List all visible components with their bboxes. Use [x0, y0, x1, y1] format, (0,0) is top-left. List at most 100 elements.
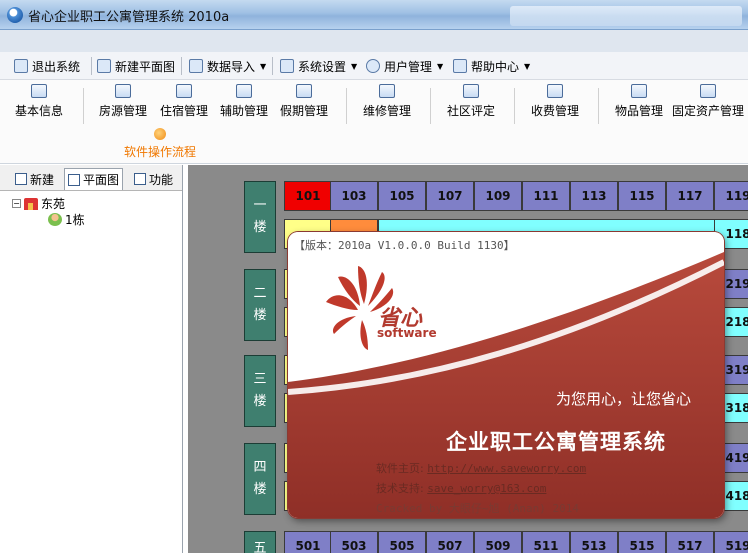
room-507[interactable]: 507	[426, 531, 474, 553]
chevron-down-icon: ▼	[351, 61, 358, 71]
menu-strip-background	[0, 30, 748, 52]
auxiliary-management-button[interactable]: 辅助管理	[220, 84, 268, 124]
basic-info-button[interactable]: 基本信息	[15, 84, 63, 124]
building-icon	[115, 84, 131, 98]
floor-label-char: 三	[253, 372, 267, 387]
repair-management-label: 维修管理	[363, 104, 412, 118]
floor-label-char: 楼	[253, 482, 267, 497]
floor-label-char: 二	[253, 286, 267, 301]
room-501[interactable]: 501	[284, 531, 332, 553]
floor-label-char: 四	[253, 460, 267, 475]
auxiliary-management-label: 辅助管理	[220, 104, 269, 118]
exit-system-button[interactable]: 退出系统	[14, 56, 80, 76]
room-117[interactable]: 117	[666, 181, 714, 211]
money-icon	[547, 84, 563, 98]
toolbar-divider	[272, 57, 273, 75]
room-517[interactable]: 517	[666, 531, 714, 553]
room-503[interactable]: 503	[330, 531, 378, 553]
help-center-menu[interactable]: 帮助中心 ▼	[453, 56, 530, 76]
basic-info-label: 基本信息	[15, 104, 64, 118]
room-101[interactable]: 101	[284, 181, 332, 211]
floor-2-label: 二 楼	[244, 269, 276, 341]
room-107[interactable]: 107	[426, 181, 474, 211]
tab-new[interactable]: 新建	[12, 168, 57, 190]
room-115[interactable]: 115	[618, 181, 666, 211]
holiday-management-label: 假期管理	[280, 104, 329, 118]
left-panel: 新建 平面图 功能 − 东苑 1栋	[0, 165, 183, 553]
tab-floorplan[interactable]: 平面图	[64, 168, 124, 190]
room-515[interactable]: 515	[618, 531, 666, 553]
room-505[interactable]: 505	[378, 531, 426, 553]
toolbar-divider	[181, 57, 182, 75]
user-management-menu[interactable]: 用户管理 ▼	[366, 56, 443, 76]
data-import-menu[interactable]: 数据导入 ▼	[189, 56, 266, 76]
homepage-label: 软件主页:	[376, 462, 424, 475]
tab-function[interactable]: 功能	[131, 168, 176, 190]
floor-label-char: 楼	[253, 220, 267, 235]
lodging-management-button[interactable]: 住宿管理	[160, 84, 208, 124]
tree-node-building-1[interactable]: 1栋	[48, 211, 85, 228]
operation-flow-button[interactable]: 软件操作流程	[124, 128, 196, 160]
holiday-management-button[interactable]: 假期管理	[280, 84, 328, 124]
homepage-line: 软件主页: http://www.saveworry.com	[376, 460, 586, 476]
housing-management-button[interactable]: 房源管理	[99, 84, 147, 124]
title-bar-controls	[510, 6, 742, 26]
room-113[interactable]: 113	[570, 181, 618, 211]
room-105[interactable]: 105	[378, 181, 426, 211]
system-settings-label: 系统设置	[298, 59, 347, 74]
main-toolbar: 退出系统 新建平面图 数据导入 ▼ 系统设置 ▼ 用户管理 ▼ 帮助中心 ▼	[0, 52, 748, 80]
tree-node-label: 1栋	[65, 213, 85, 227]
residents-icon	[48, 213, 62, 226]
room-111[interactable]: 111	[522, 181, 570, 211]
collapse-icon[interactable]: −	[12, 199, 21, 208]
room-511[interactable]: 511	[522, 531, 570, 553]
housing-management-label: 房源管理	[99, 104, 148, 118]
ribbon-divider	[598, 88, 599, 124]
new-floorplan-button[interactable]: 新建平面图	[97, 56, 175, 76]
exit-icon	[14, 59, 28, 73]
operation-flow-label: 软件操作流程	[124, 145, 197, 159]
calendar-icon	[296, 84, 312, 98]
chevron-down-icon: ▼	[437, 61, 444, 71]
floor-1-label: 一 楼	[244, 181, 276, 253]
left-panel-tabs: 新建 平面图 功能	[0, 165, 182, 191]
support-email-link[interactable]: save_worry@163.com	[427, 482, 546, 495]
data-import-label: 数据导入	[207, 59, 256, 74]
room-109[interactable]: 109	[474, 181, 522, 211]
document-icon	[97, 59, 111, 73]
ribbon-divider	[430, 88, 431, 124]
logo-subtext: software	[377, 326, 437, 340]
tree-node-label: 东苑	[41, 197, 66, 211]
ribbon-divider	[83, 88, 84, 124]
item-management-label: 物品管理	[615, 104, 664, 118]
system-name: 企业职工公寓管理系统	[446, 430, 666, 454]
chevron-down-icon: ▼	[524, 61, 531, 71]
room-119[interactable]: 119	[714, 181, 748, 211]
community-rating-button[interactable]: 社区评定	[447, 84, 495, 124]
toolbar-divider	[91, 57, 92, 75]
fixed-assets-button[interactable]: 固定资产管理	[672, 84, 744, 124]
basic-info-icon	[31, 84, 47, 98]
room-513[interactable]: 513	[570, 531, 618, 553]
community-rating-label: 社区评定	[447, 104, 496, 118]
tab-floorplan-label: 平面图	[83, 173, 120, 187]
fee-management-button[interactable]: 收费管理	[531, 84, 579, 124]
rating-icon	[463, 84, 479, 98]
item-management-button[interactable]: 物品管理	[615, 84, 663, 124]
room-103[interactable]: 103	[330, 181, 378, 211]
homepage-link[interactable]: http://www.saveworry.com	[427, 462, 586, 475]
system-settings-menu[interactable]: 系统设置 ▼	[280, 56, 357, 76]
repair-management-button[interactable]: 维修管理	[363, 84, 411, 124]
tree-node-dongyuan[interactable]: − 东苑	[12, 195, 65, 212]
title-bar: 省心企业职工公寓管理系统 2010a	[0, 0, 748, 30]
fee-management-label: 收费管理	[531, 104, 580, 118]
floor-label-char: 五	[253, 541, 267, 553]
room-509[interactable]: 509	[474, 531, 522, 553]
floor-label-char: 一	[253, 198, 267, 213]
splash-screen: 【版本：2010a V1.0.0.0 Build 1130】 省心 softwa…	[288, 232, 724, 518]
app-icon	[7, 7, 23, 23]
settings-icon	[280, 59, 294, 73]
grid-icon	[68, 173, 80, 186]
chevron-down-icon: ▼	[260, 61, 267, 71]
room-519[interactable]: 519	[714, 531, 748, 553]
